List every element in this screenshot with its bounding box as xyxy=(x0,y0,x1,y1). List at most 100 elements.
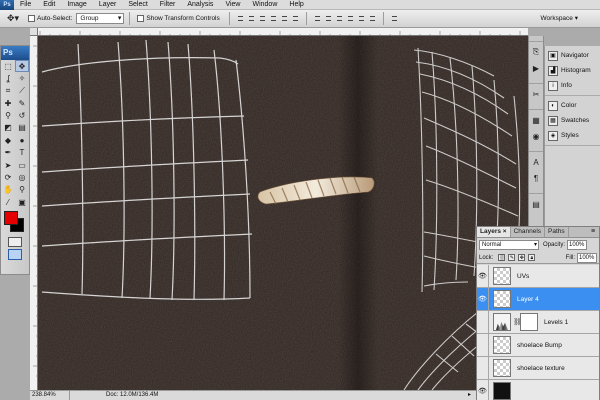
zoom-tool-icon[interactable]: ⚲ xyxy=(15,184,29,196)
brushes-icon[interactable]: ▦ xyxy=(530,114,542,126)
tools-presets-icon[interactable]: ✂ xyxy=(530,88,542,100)
quick-mask-icon[interactable] xyxy=(8,236,22,247)
levels-adjustment-icon xyxy=(493,313,511,331)
visibility-eye-icon[interactable]: 👁︎ xyxy=(477,334,489,356)
layer-row[interactable]: 👁︎ Layer 4 xyxy=(477,288,599,311)
distribute-vcenter-icon[interactable] xyxy=(324,14,333,24)
auto-select-checkbox[interactable] xyxy=(28,15,35,22)
vertical-ruler[interactable] xyxy=(30,36,38,390)
swatches-panel-button[interactable]: ▦ Swatches xyxy=(545,113,600,128)
eyedropper-icon[interactable]: ⁄ xyxy=(1,196,15,208)
crop-tool-icon[interactable]: ⌗ xyxy=(1,85,15,97)
ruler-origin[interactable] xyxy=(30,28,38,36)
shape-tool-icon[interactable]: ▭ xyxy=(15,159,29,171)
align-right-icon[interactable] xyxy=(291,14,300,24)
layer-row[interactable]: 👁︎ shoelace Bump xyxy=(477,334,599,357)
tab-layers[interactable]: Layers × xyxy=(477,227,511,237)
menu-help[interactable]: Help xyxy=(283,0,309,10)
lock-pixels-icon[interactable]: ✎ xyxy=(508,254,516,261)
navigator-panel-button[interactable]: ▣ Navigator xyxy=(545,48,600,63)
move-tool-icon[interactable]: ✥ xyxy=(15,60,29,72)
lasso-tool-icon[interactable]: ʆ xyxy=(1,72,15,84)
horizontal-ruler[interactable] xyxy=(38,28,528,36)
dodge-tool-icon[interactable]: ● xyxy=(15,134,29,146)
blend-mode-dropdown[interactable]: Normal xyxy=(479,240,539,250)
layer-row[interactable]: 👁︎ UVs xyxy=(477,265,599,288)
character-icon[interactable]: A xyxy=(530,156,542,168)
lock-position-icon[interactable]: ✥ xyxy=(518,254,526,261)
distribute-hcenter-icon[interactable] xyxy=(357,14,366,24)
clone-stamp-icon[interactable]: ⚲ xyxy=(1,110,15,122)
lock-transparency-icon[interactable]: ▒ xyxy=(498,254,506,261)
magic-wand-icon[interactable]: ✧ xyxy=(15,72,29,84)
pen-tool-icon[interactable]: ✒ xyxy=(1,147,15,159)
marquee-tool-icon[interactable]: ⬚ xyxy=(1,60,15,72)
opacity-field[interactable]: 100% xyxy=(567,240,588,250)
3d-rotate-icon[interactable]: ⟳ xyxy=(1,172,15,184)
path-select-icon[interactable]: ➤ xyxy=(1,159,15,171)
distribute-bottom-icon[interactable] xyxy=(335,14,344,24)
visibility-eye-icon[interactable]: 👁︎ xyxy=(477,265,489,287)
healing-brush-icon[interactable]: ✚ xyxy=(1,97,15,109)
menu-select[interactable]: Select xyxy=(122,0,153,10)
paragraph-icon[interactable]: ¶ xyxy=(530,172,542,184)
image-canvas[interactable] xyxy=(38,36,528,390)
align-bottom-icon[interactable] xyxy=(258,14,267,24)
layer-row[interactable]: 👁︎ shoelace texture xyxy=(477,357,599,380)
workspace-button[interactable]: Workspace xyxy=(537,13,582,25)
auto-select-dropdown[interactable]: Group xyxy=(76,13,125,24)
3d-camera-icon[interactable]: ◎ xyxy=(15,172,29,184)
histogram-panel-button[interactable]: ▟ Histogram xyxy=(545,63,600,78)
gradient-tool-icon[interactable]: ▤ xyxy=(15,122,29,134)
menu-image[interactable]: Image xyxy=(61,0,92,10)
distribute-left-icon[interactable] xyxy=(346,14,355,24)
auto-align-icon[interactable] xyxy=(390,14,399,24)
animation-icon[interactable]: ▤ xyxy=(530,198,542,210)
align-top-icon[interactable] xyxy=(236,14,245,24)
menu-layer[interactable]: Layer xyxy=(93,0,123,10)
history-brush-icon[interactable]: ↺ xyxy=(15,110,29,122)
fill-field[interactable]: 100% xyxy=(577,252,597,263)
menu-window[interactable]: Window xyxy=(246,0,283,10)
mask-link-icon[interactable]: ⛓︎ xyxy=(513,318,522,326)
distribute-right-icon[interactable] xyxy=(368,14,377,24)
type-tool-icon[interactable]: T xyxy=(15,147,29,159)
color-panel-button[interactable]: ◐ Color xyxy=(545,98,600,113)
layer-row[interactable]: 👁︎ xyxy=(477,380,599,400)
hand-tool-icon[interactable]: ✋ xyxy=(1,184,15,196)
visibility-eye-icon[interactable]: 👁︎ xyxy=(477,357,489,379)
menu-filter[interactable]: Filter xyxy=(154,0,182,10)
screen-mode-icon[interactable] xyxy=(8,248,22,260)
align-left-icon[interactable] xyxy=(269,14,278,24)
brush-tool-icon[interactable]: ✎ xyxy=(15,97,29,109)
align-vcenter-icon[interactable] xyxy=(247,14,256,24)
info-panel-button[interactable]: i Info xyxy=(545,78,600,93)
actions-icon[interactable]: ▶ xyxy=(530,62,542,74)
visibility-eye-icon[interactable]: 👁︎ xyxy=(477,380,489,400)
blur-tool-icon[interactable]: ◆ xyxy=(1,134,15,146)
menu-analysis[interactable]: Analysis xyxy=(181,0,219,10)
distribute-top-icon[interactable] xyxy=(313,14,322,24)
panel-menu-icon[interactable]: ≡ xyxy=(587,227,599,237)
eraser-tool-icon[interactable]: ◩ xyxy=(1,122,15,134)
visibility-eye-icon[interactable]: 👁︎ xyxy=(477,311,489,333)
zoom-level[interactable]: 238.84% xyxy=(30,391,70,400)
move-tool-preset-icon[interactable]: ✥▾ xyxy=(4,12,22,26)
layer-row[interactable]: 👁︎ ⛓︎ Levels 1 xyxy=(477,311,599,334)
align-hcenter-icon[interactable] xyxy=(280,14,289,24)
foreground-color-swatch[interactable] xyxy=(4,210,18,225)
history-icon[interactable]: ⎘ xyxy=(530,46,542,58)
styles-panel-button[interactable]: ◈ Styles xyxy=(545,128,600,143)
lock-all-icon[interactable]: 🔒︎ xyxy=(528,254,536,261)
menu-file[interactable]: File xyxy=(14,0,37,10)
visibility-eye-icon[interactable]: 👁︎ xyxy=(477,288,489,310)
menu-view[interactable]: View xyxy=(219,0,246,10)
clone-source-icon[interactable]: ◉ xyxy=(530,130,542,142)
tab-channels[interactable]: Channels xyxy=(511,227,546,237)
slice-tool-icon[interactable]: ⟋ xyxy=(15,85,29,97)
notes-tool-icon[interactable]: ▣ xyxy=(15,196,29,208)
tab-paths[interactable]: Paths xyxy=(545,227,569,237)
menu-edit[interactable]: Edit xyxy=(37,0,61,10)
show-transform-checkbox[interactable] xyxy=(137,15,145,22)
color-swatches[interactable] xyxy=(1,209,29,235)
